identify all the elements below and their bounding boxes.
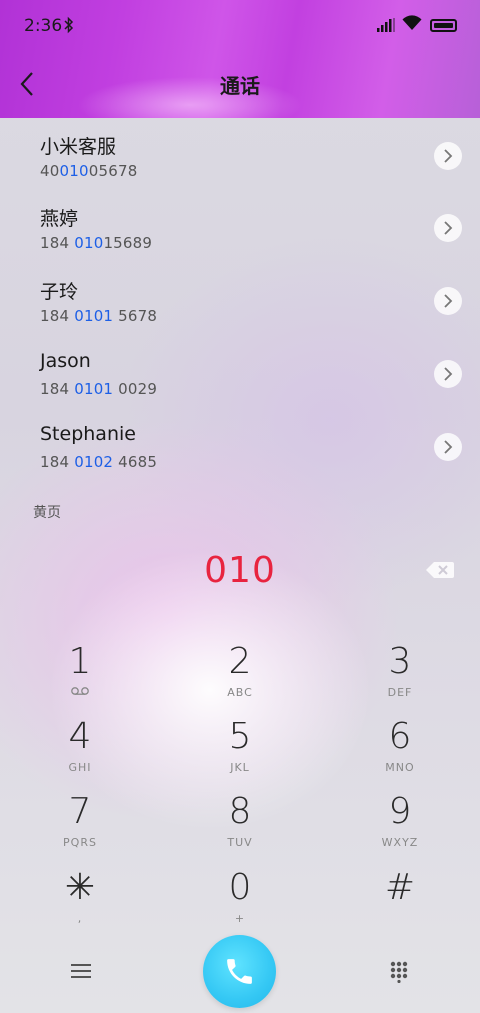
menu-icon[interactable] <box>70 962 92 980</box>
contact-number: 184 0101 0029 <box>40 380 158 398</box>
status-bar: 2:36 <box>0 0 480 52</box>
chevron-right-icon <box>444 149 453 163</box>
battery-icon <box>430 19 457 32</box>
contact-details-button[interactable] <box>434 214 462 242</box>
key-3[interactable]: 3 DEF <box>340 642 460 714</box>
contact-row[interactable]: Stephanie 184 0102 4685 <box>0 423 480 495</box>
dialed-number: 010 <box>204 550 276 591</box>
chevron-right-icon <box>444 440 453 454</box>
key-4[interactable]: 4 GHI <box>20 717 140 789</box>
key-6[interactable]: 6 MNO <box>340 717 460 789</box>
key-2[interactable]: 2 ABC <box>180 642 300 714</box>
signal-icon <box>377 18 395 32</box>
key-5[interactable]: 5 JKL <box>180 717 300 789</box>
bluetooth-icon <box>64 16 74 34</box>
key-7[interactable]: 7 PQRS <box>20 792 140 864</box>
dialpad-icon[interactable] <box>389 961 409 983</box>
contact-name: Jason <box>40 350 91 372</box>
page-title: 通话 <box>220 74 260 98</box>
key-star[interactable]: ✳, <box>20 868 140 940</box>
contact-name: Stephanie <box>40 423 136 445</box>
contact-row[interactable]: 子玲 184 0101 5678 <box>0 277 480 349</box>
phone-icon <box>227 959 252 984</box>
call-button[interactable] <box>203 935 276 1008</box>
contact-number: 184 0101 5678 <box>40 307 158 325</box>
backspace-icon[interactable] <box>426 561 454 579</box>
contact-name: 小米客服 <box>40 136 117 158</box>
chevron-right-icon <box>444 294 453 308</box>
voicemail-icon <box>71 687 89 695</box>
contact-details-button[interactable] <box>434 360 462 388</box>
contact-row[interactable]: 小米客服 4001005678 <box>0 132 480 204</box>
wifi-icon <box>402 15 422 30</box>
contact-number: 184 0102 4685 <box>40 453 158 471</box>
contact-row[interactable]: 燕婷 184 01015689 <box>0 204 480 276</box>
contact-details-button[interactable] <box>434 433 462 461</box>
key-hash[interactable]: # <box>340 868 460 940</box>
key-0[interactable]: 0 + <box>180 868 300 940</box>
contact-row[interactable]: Jason 184 0101 0029 <box>0 350 480 422</box>
contact-number: 4001005678 <box>40 162 138 180</box>
chevron-right-icon <box>444 221 453 235</box>
status-time: 2:36 <box>24 16 63 36</box>
key-1[interactable]: 1 <box>20 642 140 714</box>
contact-number: 184 01015689 <box>40 234 153 252</box>
contact-details-button[interactable] <box>434 142 462 170</box>
contact-name: 子玲 <box>40 281 79 303</box>
yellow-pages-label[interactable]: 黄页 <box>33 502 61 522</box>
header-bar: 2:36 通话 <box>0 0 480 118</box>
chevron-right-icon <box>444 367 453 381</box>
key-9[interactable]: 9 WXYZ <box>340 792 460 864</box>
key-8[interactable]: 8 TUV <box>180 792 300 864</box>
contact-details-button[interactable] <box>434 287 462 315</box>
contact-name: 燕婷 <box>40 208 79 230</box>
